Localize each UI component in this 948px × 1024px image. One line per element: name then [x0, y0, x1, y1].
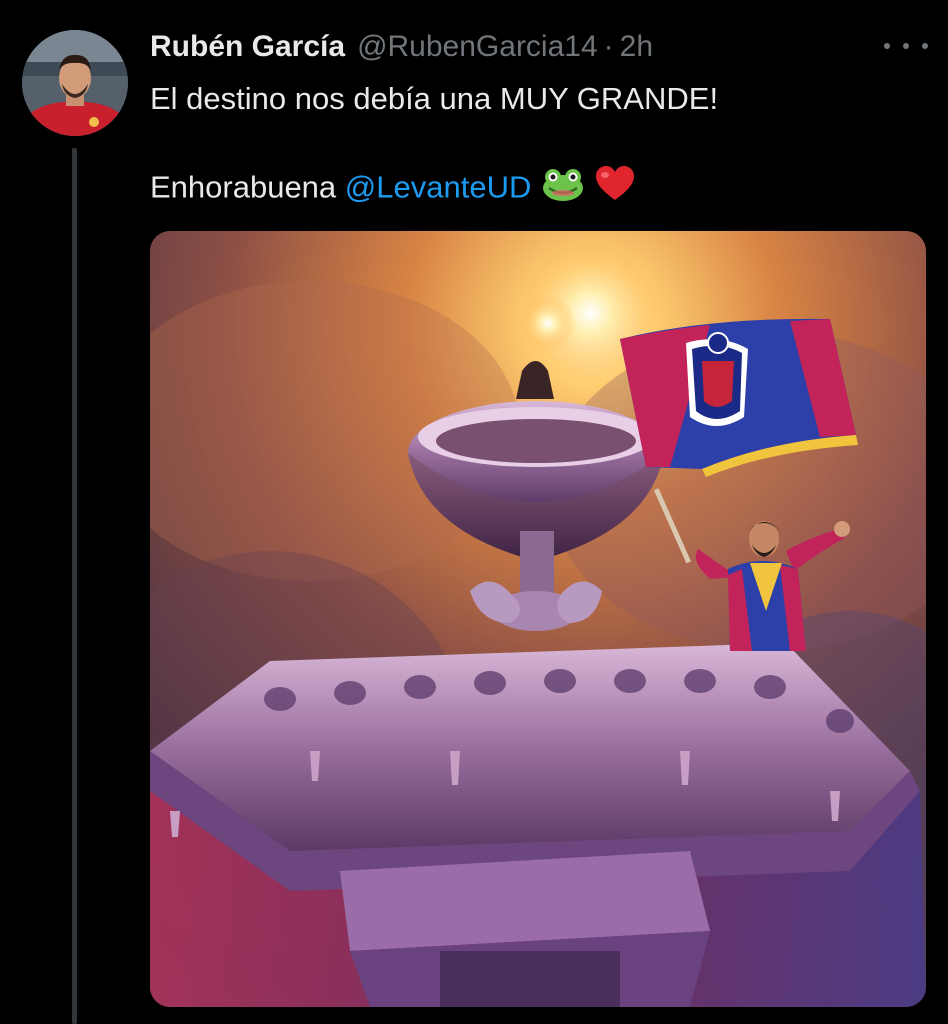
tweet-text-prefix: Enhorabuena — [150, 169, 345, 205]
frog-emoji — [541, 166, 585, 213]
timestamp[interactable]: 2h — [620, 26, 653, 68]
tweet-text-line-2: Enhorabuena @LevanteUD — [150, 166, 635, 213]
tweet-text-line-1: El destino nos debía una MUY GRANDE! — [150, 81, 719, 116]
thread-line — [72, 148, 77, 1024]
separator-dot: · — [603, 30, 614, 63]
tweet-photo[interactable] — [150, 231, 926, 1007]
display-name[interactable]: Rubén García — [150, 26, 345, 68]
tweet[interactable]: Rubén García @RubenGarcia14 · 2h El dest… — [0, 0, 948, 1024]
red-heart-emoji — [595, 166, 635, 213]
tweet-header: Rubén García @RubenGarcia14 · 2h — [150, 26, 653, 68]
mention-link[interactable]: @LevanteUD — [345, 170, 532, 205]
more-horizontal-icon[interactable] — [884, 30, 928, 62]
avatar[interactable] — [22, 30, 128, 136]
user-handle[interactable]: @RubenGarcia14 — [357, 26, 598, 68]
